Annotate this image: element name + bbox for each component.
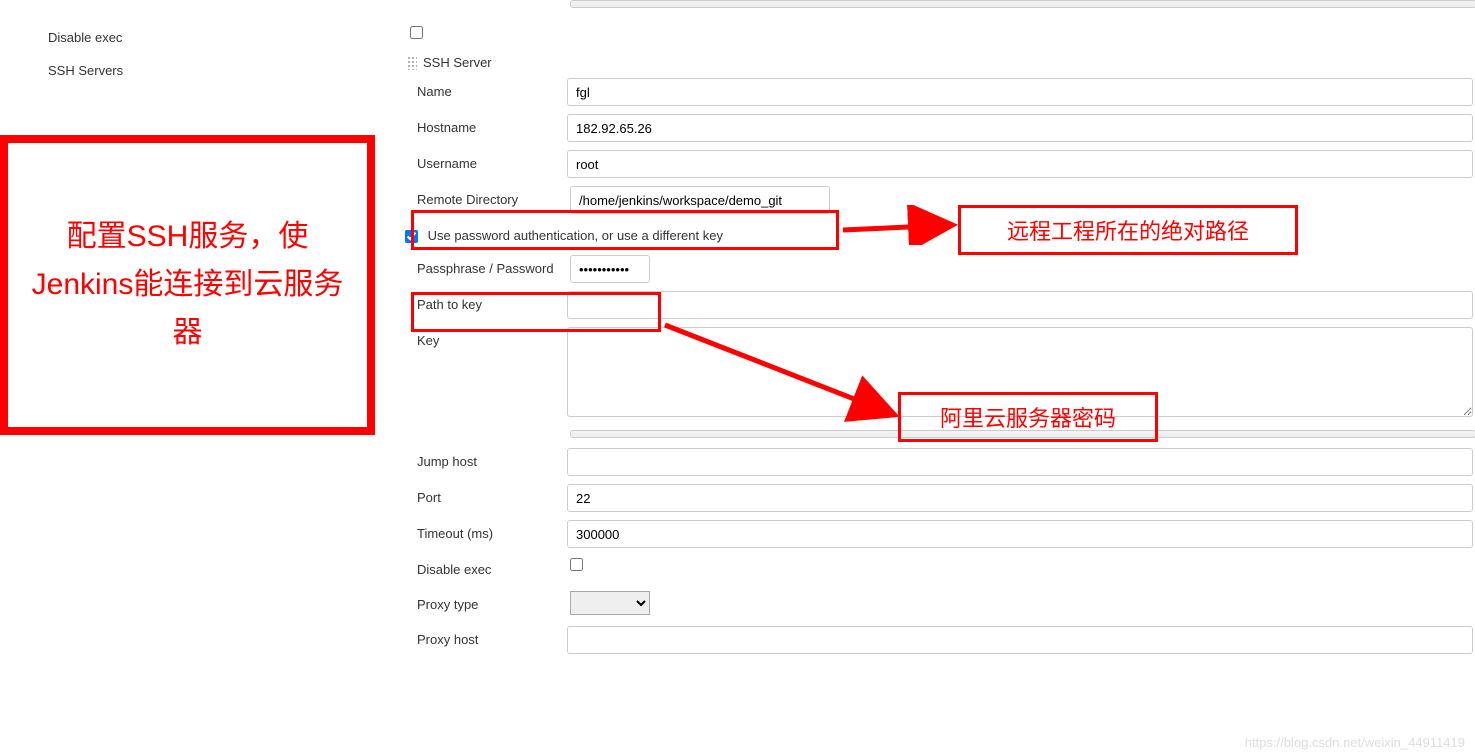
port-label: Port <box>405 484 567 511</box>
proxy-host-input[interactable] <box>567 626 1473 654</box>
disable-exec-checkbox2[interactable] <box>570 558 583 571</box>
name-label: Name <box>405 78 567 105</box>
annotation-remote-label: 远程工程所在的绝对路径 <box>958 205 1298 255</box>
annotation-main: 配置SSH服务，使Jenkins能连接到云服务器 <box>0 135 375 435</box>
ssh-servers-label: SSH Servers <box>48 63 348 78</box>
hostname-label: Hostname <box>405 114 567 141</box>
port-input[interactable] <box>567 484 1473 512</box>
disable-exec-label2: Disable exec <box>405 556 570 583</box>
annotation-remote-box <box>411 210 839 250</box>
timeout-input[interactable] <box>567 520 1473 548</box>
watermark: https://blog.csdn.net/weixin_44911419 <box>1245 735 1465 750</box>
annotation-password-label: 阿里云服务器密码 <box>898 392 1158 442</box>
proxy-type-label: Proxy type <box>405 591 570 618</box>
proxy-type-select[interactable] <box>570 591 650 615</box>
hostname-input[interactable] <box>567 114 1473 142</box>
path-to-key-input[interactable] <box>567 291 1473 319</box>
timeout-label: Timeout (ms) <box>405 520 567 547</box>
disable-exec-label: Disable exec <box>48 30 348 45</box>
username-input[interactable] <box>567 150 1473 178</box>
username-label: Username <box>405 150 567 177</box>
jump-host-input[interactable] <box>567 448 1473 476</box>
name-input[interactable] <box>567 78 1473 106</box>
drag-handle-icon[interactable] <box>407 56 417 70</box>
annotation-passphrase-box <box>411 292 661 332</box>
proxy-host-label: Proxy host <box>405 626 567 653</box>
passphrase-input[interactable] <box>570 255 650 283</box>
separator-top <box>570 0 1475 8</box>
disable-exec-checkbox[interactable] <box>410 26 423 39</box>
remote-directory-label: Remote Directory <box>405 186 570 213</box>
passphrase-label: Passphrase / Password <box>405 255 570 282</box>
jump-host-label: Jump host <box>405 448 567 475</box>
ssh-server-header: SSH Server <box>423 55 492 70</box>
